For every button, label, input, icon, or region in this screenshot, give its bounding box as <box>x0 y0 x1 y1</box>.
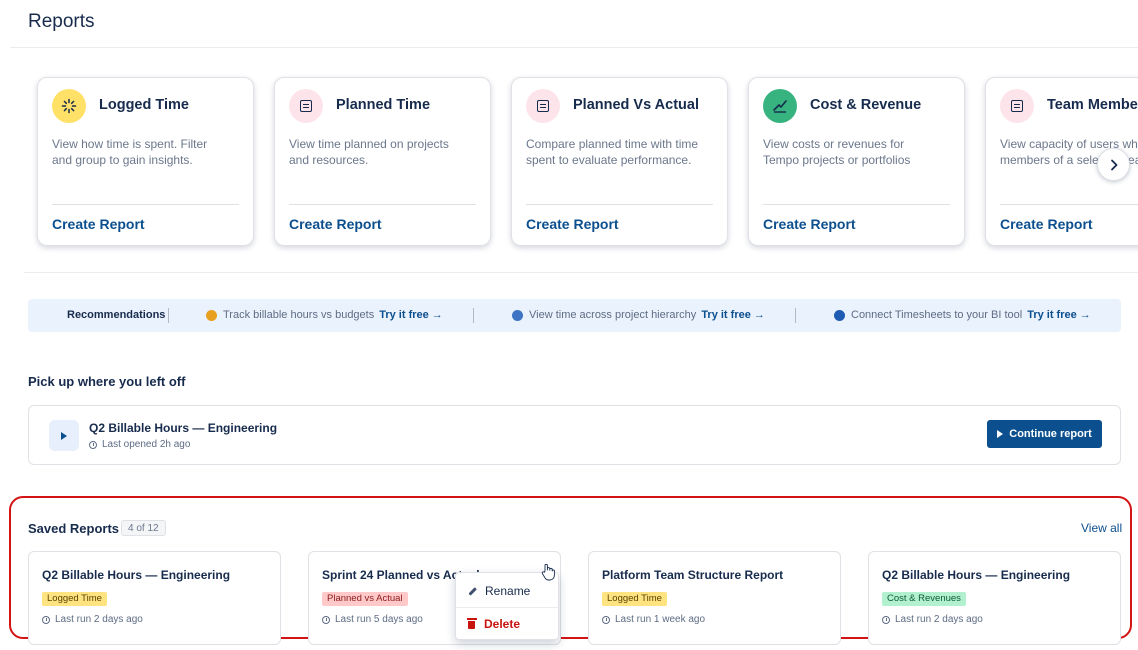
create-report-link[interactable]: Create Report <box>52 216 145 232</box>
report-card-title: Planned Vs Actual <box>573 97 699 113</box>
try-it-free-link[interactable]: Try it free → <box>1027 309 1091 321</box>
document-icon <box>1000 89 1034 123</box>
divider <box>456 607 558 608</box>
report-type-tag: Cost & Revenues <box>882 592 966 606</box>
recommendation-item: View time across project hierarchy Try i… <box>512 309 765 321</box>
report-card-description: Compare planned time with time spent to e… <box>526 137 699 167</box>
pickup-heading: Pick up where you left off <box>28 374 186 389</box>
clock-icon <box>602 615 610 624</box>
report-card-title: Cost & Revenue <box>810 97 922 113</box>
trend-line-icon <box>763 89 797 123</box>
report-type-tag: Logged Time <box>602 592 667 606</box>
report-card-cost-revenue[interactable]: Cost & Revenue View costs or revenues fo… <box>748 77 965 246</box>
report-card-planned-time[interactable]: Planned Time View time planned on projec… <box>274 77 491 246</box>
view-all-link[interactable]: View all <box>1081 521 1122 535</box>
saved-reports-count-badge: 4 of 12 <box>121 520 166 536</box>
recommendation-text: View time across project hierarchy <box>529 309 697 321</box>
last-run-meta: Last run 2 days ago <box>42 614 143 625</box>
report-card-logged-time[interactable]: Logged Time View how time is spent. Filt… <box>37 77 254 246</box>
saved-report-title: Q2 Billable Hours — Engineering <box>882 568 1071 582</box>
create-report-link[interactable]: Create Report <box>763 216 856 232</box>
document-icon <box>289 89 323 123</box>
divider <box>526 204 713 205</box>
report-card-description: View how time is spent. Filter and group … <box>52 137 208 167</box>
recommendation-item: Track billable hours vs budgets Try it f… <box>206 309 443 321</box>
last-run-meta: Last run 2 days ago <box>882 614 983 625</box>
play-button[interactable] <box>49 420 79 451</box>
report-card-title: Team Member Capacity <box>1047 97 1138 113</box>
saved-report-card[interactable]: Q2 Billable Hours — Engineering Logged T… <box>28 551 281 645</box>
recent-report-card: Q2 Billable Hours — Engineering Last ope… <box>28 405 1121 465</box>
page-title: Reports <box>28 11 95 32</box>
saved-report-card[interactable]: Q2 Billable Hours — Engineering Cost & R… <box>868 551 1121 645</box>
divider <box>795 308 796 323</box>
report-type-carousel: Logged Time View how time is spent. Filt… <box>0 50 1138 270</box>
trash-icon <box>466 618 477 629</box>
recommendation-text: Connect Timesheets to your BI tool <box>851 309 1023 321</box>
try-it-free-link[interactable]: Try it free → <box>701 309 765 321</box>
divider <box>763 204 950 205</box>
section-divider <box>24 272 1138 273</box>
create-report-link[interactable]: Create Report <box>289 216 382 232</box>
recommendation-text: Track billable hours vs budgets <box>223 309 375 321</box>
report-card-description: View time planned on projects and resourc… <box>289 137 449 167</box>
hand-cursor-icon <box>541 563 555 581</box>
status-dot <box>206 309 217 321</box>
saved-report-title: Q2 Billable Hours — Engineering <box>42 568 231 582</box>
clock-icon <box>882 615 890 624</box>
last-run-meta: Last run 5 days ago <box>322 614 423 625</box>
sparkle-icon <box>52 89 86 123</box>
report-context-menu: Rename Delete <box>455 572 559 640</box>
divider <box>1000 204 1138 205</box>
pencil-icon <box>468 586 477 596</box>
chevron-right-icon <box>1110 159 1117 170</box>
clock-icon <box>89 440 97 449</box>
page-header: Reports <box>10 0 1138 48</box>
carousel-next-button[interactable] <box>1097 148 1130 181</box>
divider <box>52 204 239 205</box>
divider <box>289 204 476 205</box>
rename-menu-item[interactable]: Rename <box>456 577 558 605</box>
clock-icon <box>42 615 50 624</box>
continue-report-button[interactable]: Continue report <box>987 420 1102 448</box>
recent-report-title: Q2 Billable Hours — Engineering <box>89 421 278 435</box>
report-card-description: View costs or revenues for Tempo projects… <box>763 137 911 167</box>
recommendations-label: Recommendations <box>67 309 166 321</box>
try-it-free-link[interactable]: Try it free → <box>379 309 443 321</box>
last-run-meta: Last run 1 week ago <box>602 614 705 625</box>
report-card-planned-vs-actual[interactable]: Planned Vs Actual Compare planned time w… <box>511 77 728 246</box>
report-card-title: Logged Time <box>99 97 189 113</box>
report-type-tag: Planned vs Actual <box>322 592 408 606</box>
divider <box>168 308 169 323</box>
clock-icon <box>322 615 330 624</box>
status-dot <box>512 309 523 321</box>
recommendation-item: Connect Timesheets to your BI tool Try i… <box>834 309 1091 321</box>
delete-menu-item[interactable]: Delete <box>456 610 558 638</box>
recommendations-bar: Recommendations Track billable hours vs … <box>28 299 1121 332</box>
report-card-title: Planned Time <box>336 97 431 113</box>
create-report-link[interactable]: Create Report <box>526 216 619 232</box>
last-opened-meta: Last opened 2h ago <box>89 439 190 450</box>
saved-report-title: Platform Team Structure Report <box>602 568 784 582</box>
saved-report-card[interactable]: Platform Team Structure Report Logged Ti… <box>588 551 841 645</box>
create-report-link[interactable]: Create Report <box>1000 216 1093 232</box>
status-dot <box>834 309 845 321</box>
document-icon <box>526 89 560 123</box>
divider <box>473 308 474 323</box>
play-icon <box>61 431 67 440</box>
saved-reports-heading: Saved Reports <box>28 521 120 536</box>
play-icon <box>997 430 1004 438</box>
report-type-tag: Logged Time <box>42 592 107 606</box>
